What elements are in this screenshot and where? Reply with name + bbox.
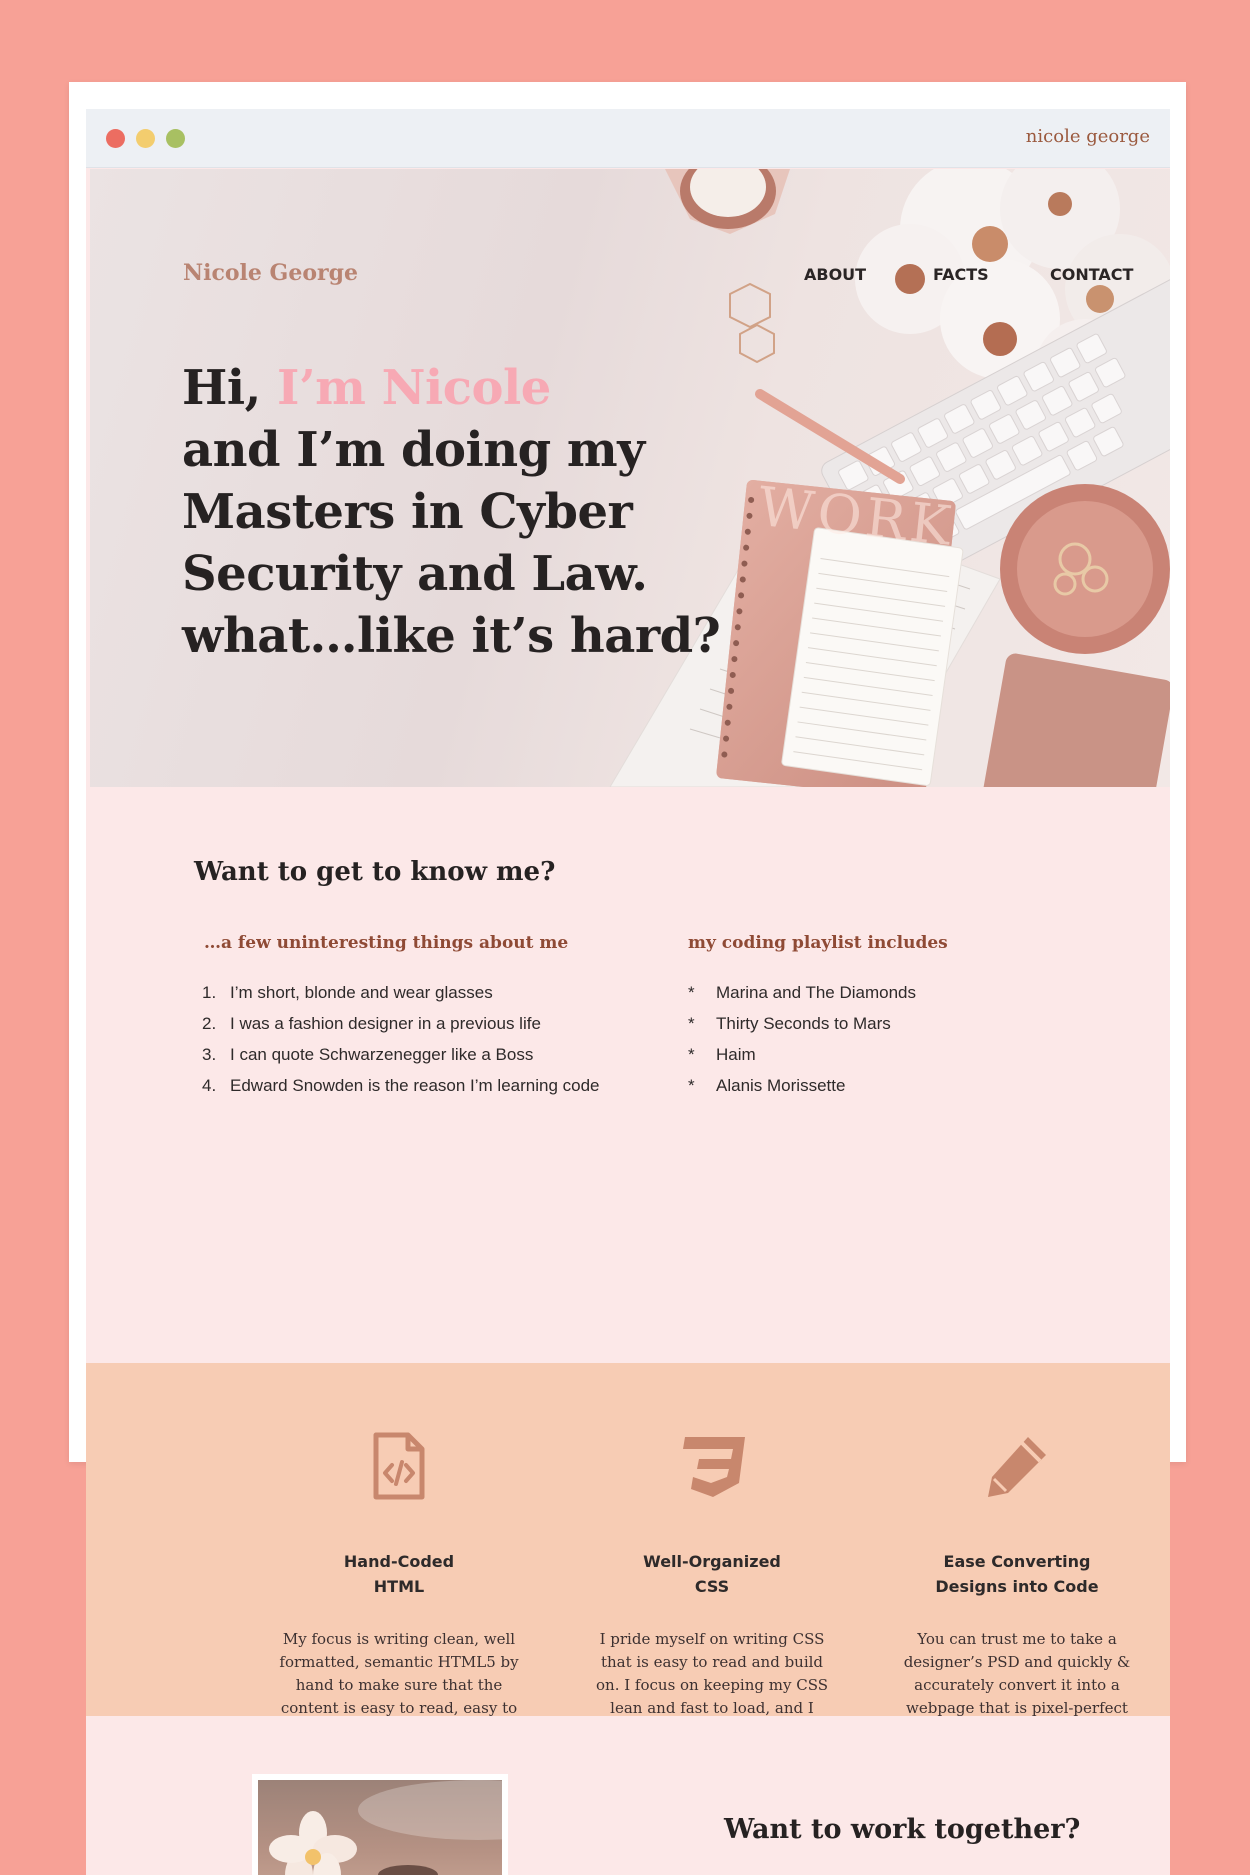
list-item-text: Thirty Seconds to Mars [716, 1014, 891, 1033]
skill-title-line: Ease Converting [943, 1552, 1091, 1571]
facts-list: 1. I’m short, blonde and wear glasses 2. I… [202, 977, 600, 1101]
hero-line: and I’m doing my [182, 422, 645, 478]
skill-title: Ease Converting Designs into Code [887, 1549, 1147, 1599]
list-item: * Haim [688, 1039, 916, 1070]
hero-line: Masters in Cyber [182, 484, 633, 540]
html-file-icon [373, 1432, 425, 1500]
skill-title-line: Hand-Coded [343, 1552, 455, 1571]
list-item: 2. I was a fashion designer in a previous… [202, 1008, 600, 1039]
list-item: * Marina and The Diamonds [688, 977, 916, 1008]
skill-title: Well-Organized CSS [582, 1549, 842, 1599]
list-item-text: Marina and The Diamonds [716, 983, 917, 1002]
list-item: * Thirty Seconds to Mars [688, 1008, 916, 1039]
about-heading: Want to get to know me? [194, 857, 556, 887]
portrait-photo [258, 1780, 502, 1875]
list-item-text: I was a fashion designer in a previous l… [230, 1014, 541, 1033]
skill-title-line: CSS [694, 1577, 730, 1596]
css3-icon [683, 1437, 745, 1497]
list-marker: 4. [202, 1076, 217, 1095]
list-item-text: Edward Snowden is the reason I’m learnin… [230, 1076, 600, 1095]
work-heading: Want to work together? [724, 1814, 1081, 1845]
hero-line: Security and Law. [182, 546, 648, 602]
playlist-list: * Marina and The Diamonds * Thirty Seconds… [688, 977, 916, 1101]
nav-contact[interactable]: CONTACT [1050, 265, 1133, 284]
list-item: * Alanis Morissette [688, 1070, 916, 1101]
hero-name: I’m Nicole [277, 360, 551, 416]
work-section-visible: Want to work together? [86, 1716, 1170, 1875]
hero-section: WORK Nicole George ABOUT FACTS CONTACT H… [90, 169, 1170, 787]
pencil-icon [988, 1437, 1046, 1497]
list-marker: 3. [202, 1045, 217, 1064]
list-item: 1. I’m short, blonde and wear glasses [202, 977, 600, 1008]
nav-facts[interactable]: FACTS [933, 265, 989, 284]
photo-frame [252, 1774, 508, 1875]
browser-chrome: nicole george [86, 109, 1170, 168]
list-marker: * [688, 1014, 695, 1033]
nav-about[interactable]: ABOUT [804, 265, 866, 284]
hero-line: what…like it’s hard? [182, 608, 721, 664]
hero-greeting: Hi, [182, 360, 261, 416]
flower-icon [269, 1780, 502, 1875]
list-marker: * [688, 1076, 695, 1095]
close-window-button[interactable] [106, 129, 125, 148]
playlist-heading: my coding playlist includes [688, 933, 948, 953]
facts-heading: …a few uninteresting things about me [204, 933, 569, 953]
skill-title-line: Designs into Code [935, 1577, 1099, 1596]
about-section: Want to get to know me? …a few uninteres… [86, 789, 1170, 1363]
skill-title-line: Well-Organized [643, 1552, 781, 1571]
list-marker: * [688, 1045, 695, 1064]
minimize-window-button[interactable] [136, 129, 155, 148]
browser-page: nicole george WORK Nicole George ABOUT F… [86, 109, 1170, 1875]
site-brand[interactable]: Nicole George [183, 260, 358, 286]
list-item-text: Haim [716, 1045, 756, 1064]
list-item: 3. I can quote Schwarzenegger like a Boss [202, 1039, 600, 1070]
window-title: nicole george [1025, 126, 1150, 147]
list-item-text: I’m short, blonde and wear glasses [230, 983, 493, 1002]
list-marker: 2. [202, 1014, 217, 1033]
skill-title: Hand-Coded HTML [269, 1549, 529, 1599]
list-marker: 1. [202, 983, 217, 1002]
list-item-text: Alanis Morissette [716, 1076, 846, 1095]
list-marker: * [688, 983, 695, 1002]
list-item: 4. Edward Snowden is the reason I’m learn… [202, 1070, 600, 1101]
list-item-text: I can quote Schwarzenegger like a Boss [230, 1045, 534, 1064]
skill-title-line: HTML [373, 1577, 425, 1596]
hero-heading: Hi, I’m Nicole and I’m doing my Masters … [182, 357, 721, 667]
maximize-window-button[interactable] [166, 129, 185, 148]
